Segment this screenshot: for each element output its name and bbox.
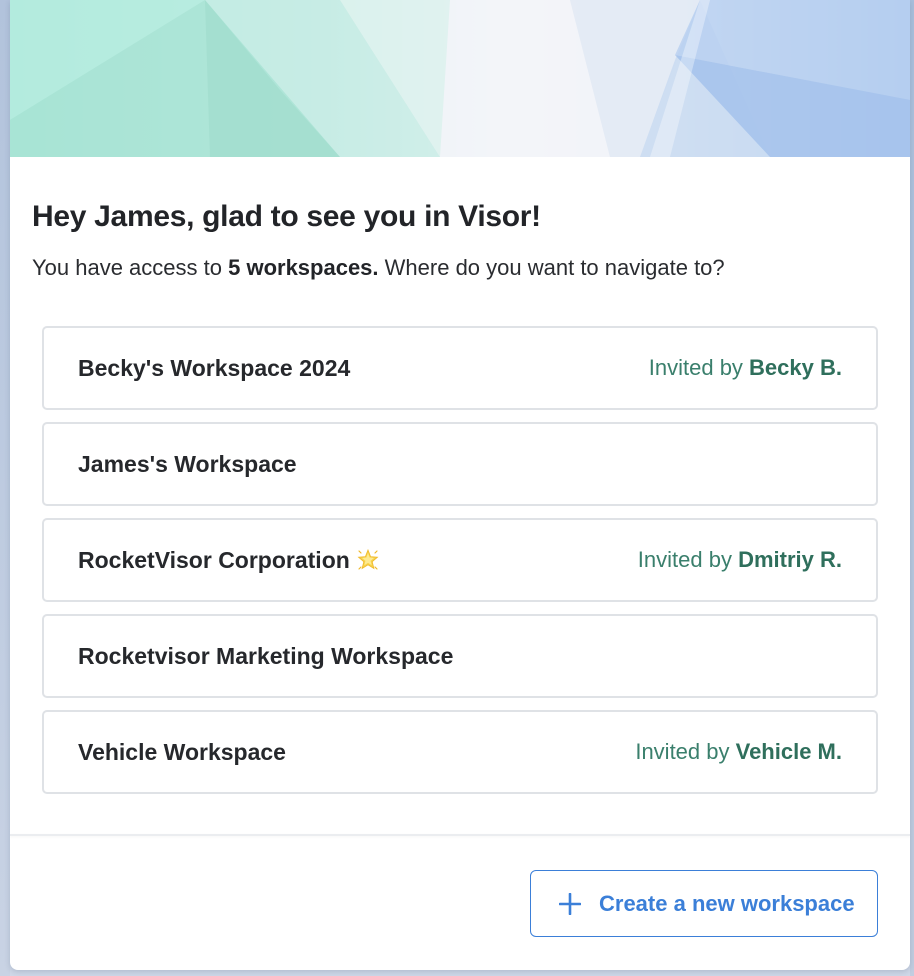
workspace-count: 5 workspaces. — [228, 255, 379, 280]
invited-by-prefix: Invited by — [648, 355, 750, 380]
greeting-heading: Hey James, glad to see you in Visor! — [32, 200, 541, 233]
sparkle-star-icon — [356, 548, 380, 572]
workspace-name-wrapper: RocketVisor Corporation — [78, 547, 380, 574]
footer-divider — [10, 834, 910, 836]
inviter-name: Becky B. — [749, 355, 842, 380]
workspace-item-beckys-workspace-2024[interactable]: Becky's Workspace 2024 Invited by Becky … — [42, 326, 878, 410]
access-summary-suffix: Where do you want to navigate to? — [378, 255, 725, 280]
workspace-name: Rocketvisor Marketing Workspace — [78, 642, 454, 669]
invited-by-label: Invited by Dmitriy R. — [638, 547, 842, 573]
header-banner — [10, 0, 910, 157]
access-summary: You have access to 5 workspaces. Where d… — [32, 255, 725, 281]
access-summary-prefix: You have access to — [32, 255, 229, 280]
inviter-name: Vehicle M. — [735, 739, 842, 764]
create-workspace-label: Create a new workspace — [599, 890, 855, 916]
workspace-name: RocketVisor Corporation — [78, 546, 350, 573]
invited-by-label: Invited by Becky B. — [649, 355, 842, 381]
workspace-name: James's Workspace — [78, 450, 297, 477]
workspace-item-vehicle-workspace[interactable]: Vehicle Workspace Invited by Vehicle M. — [42, 710, 878, 794]
workspace-name: Becky's Workspace 2024 — [78, 354, 351, 381]
workspace-item-rocketvisor-corporation[interactable]: RocketVisor Corporation Invited by Dmitr… — [42, 518, 878, 602]
backdrop-right — [910, 0, 914, 976]
inviter-name: Dmitriy R. — [738, 547, 842, 572]
workspace-name: Vehicle Workspace — [78, 738, 286, 765]
invited-by-prefix: Invited by — [635, 739, 736, 764]
invited-by-label: Invited by Vehicle M. — [635, 739, 842, 765]
plus-icon — [558, 892, 582, 915]
workspace-selector-dialog: Hey James, glad to see you in Visor! You… — [10, 0, 910, 970]
create-workspace-button[interactable]: Create a new workspace — [530, 870, 878, 937]
workspace-list: Becky's Workspace 2024 Invited by Becky … — [42, 326, 878, 806]
invited-by-prefix: Invited by — [637, 547, 739, 572]
workspace-item-jamess-workspace[interactable]: James's Workspace — [42, 422, 878, 506]
backdrop-left — [0, 0, 10, 976]
workspace-item-rocketvisor-marketing-workspace[interactable]: Rocketvisor Marketing Workspace — [42, 614, 878, 698]
